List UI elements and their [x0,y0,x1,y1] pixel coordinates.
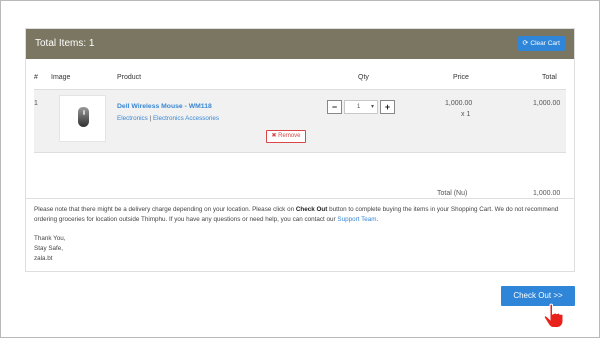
row-total: 1,000.00 [533,100,561,107]
col-header-index: # [34,74,38,81]
signoff-line: Thank You, [34,235,66,242]
delivery-note: Please note that there might be a delive… [34,205,574,225]
table-row: 1 Dell Wireless Mouse - WM118 Electronic… [34,90,566,153]
col-header-price: Price [453,74,469,81]
mouse-wheel-detail [82,110,85,115]
cart-panel: Total Items: 1 ⟳ Clear Cart # Image Produ… [25,28,575,272]
signoff-line: zala.bt [34,255,53,262]
refresh-icon: ⟳ [522,40,529,47]
col-header-product: Product [117,74,142,81]
close-icon: ✖ [271,133,277,139]
col-header-total: Total [542,74,557,81]
clear-cart-button[interactable]: ⟳ Clear Cart [517,36,565,51]
total-label: Total (Nu) [437,190,468,197]
divider [26,198,574,199]
category-link-electronics[interactable]: Electronics [117,115,148,122]
note-text-3: . [376,216,379,223]
unit-price: 1,000.00 [445,100,473,107]
col-header-image: Image [51,74,71,81]
category-separator: | [149,115,152,122]
category-link-accessories[interactable]: Electronics Accessories [153,115,219,122]
hand-cursor-icon [543,303,564,328]
product-name-link[interactable]: Dell Wireless Mouse - WM118 [117,103,212,110]
unit-quantity: x 1 [461,111,471,118]
product-categories: Electronics | Electronics Accessories [117,115,219,122]
remove-label: Remove [278,133,301,139]
remove-button[interactable]: ✖ Remove [266,130,306,143]
cart-header: Total Items: 1 ⟳ Clear Cart [26,29,574,59]
note-bold: Check Out [295,206,328,213]
cart-total-items: Total Items: 1 [35,38,95,49]
qty-value: 1 [357,104,361,110]
qty-increase-button[interactable]: + [380,100,395,114]
col-header-qty: Qty [358,74,369,81]
signoff-line: Stay Safe, [34,245,64,252]
support-team-link[interactable]: Support Team [337,216,376,223]
note-text-1: Please note that there might be a delive… [34,206,296,213]
product-image[interactable] [59,95,106,142]
qty-decrease-button[interactable]: − [327,100,342,114]
chevron-down-icon: ▾ [370,104,374,110]
clear-cart-label: Clear Cart [530,40,560,47]
total-value: 1,000.00 [533,190,561,197]
row-index: 1 [34,100,38,107]
qty-select[interactable]: 1 ▾ [344,100,378,114]
